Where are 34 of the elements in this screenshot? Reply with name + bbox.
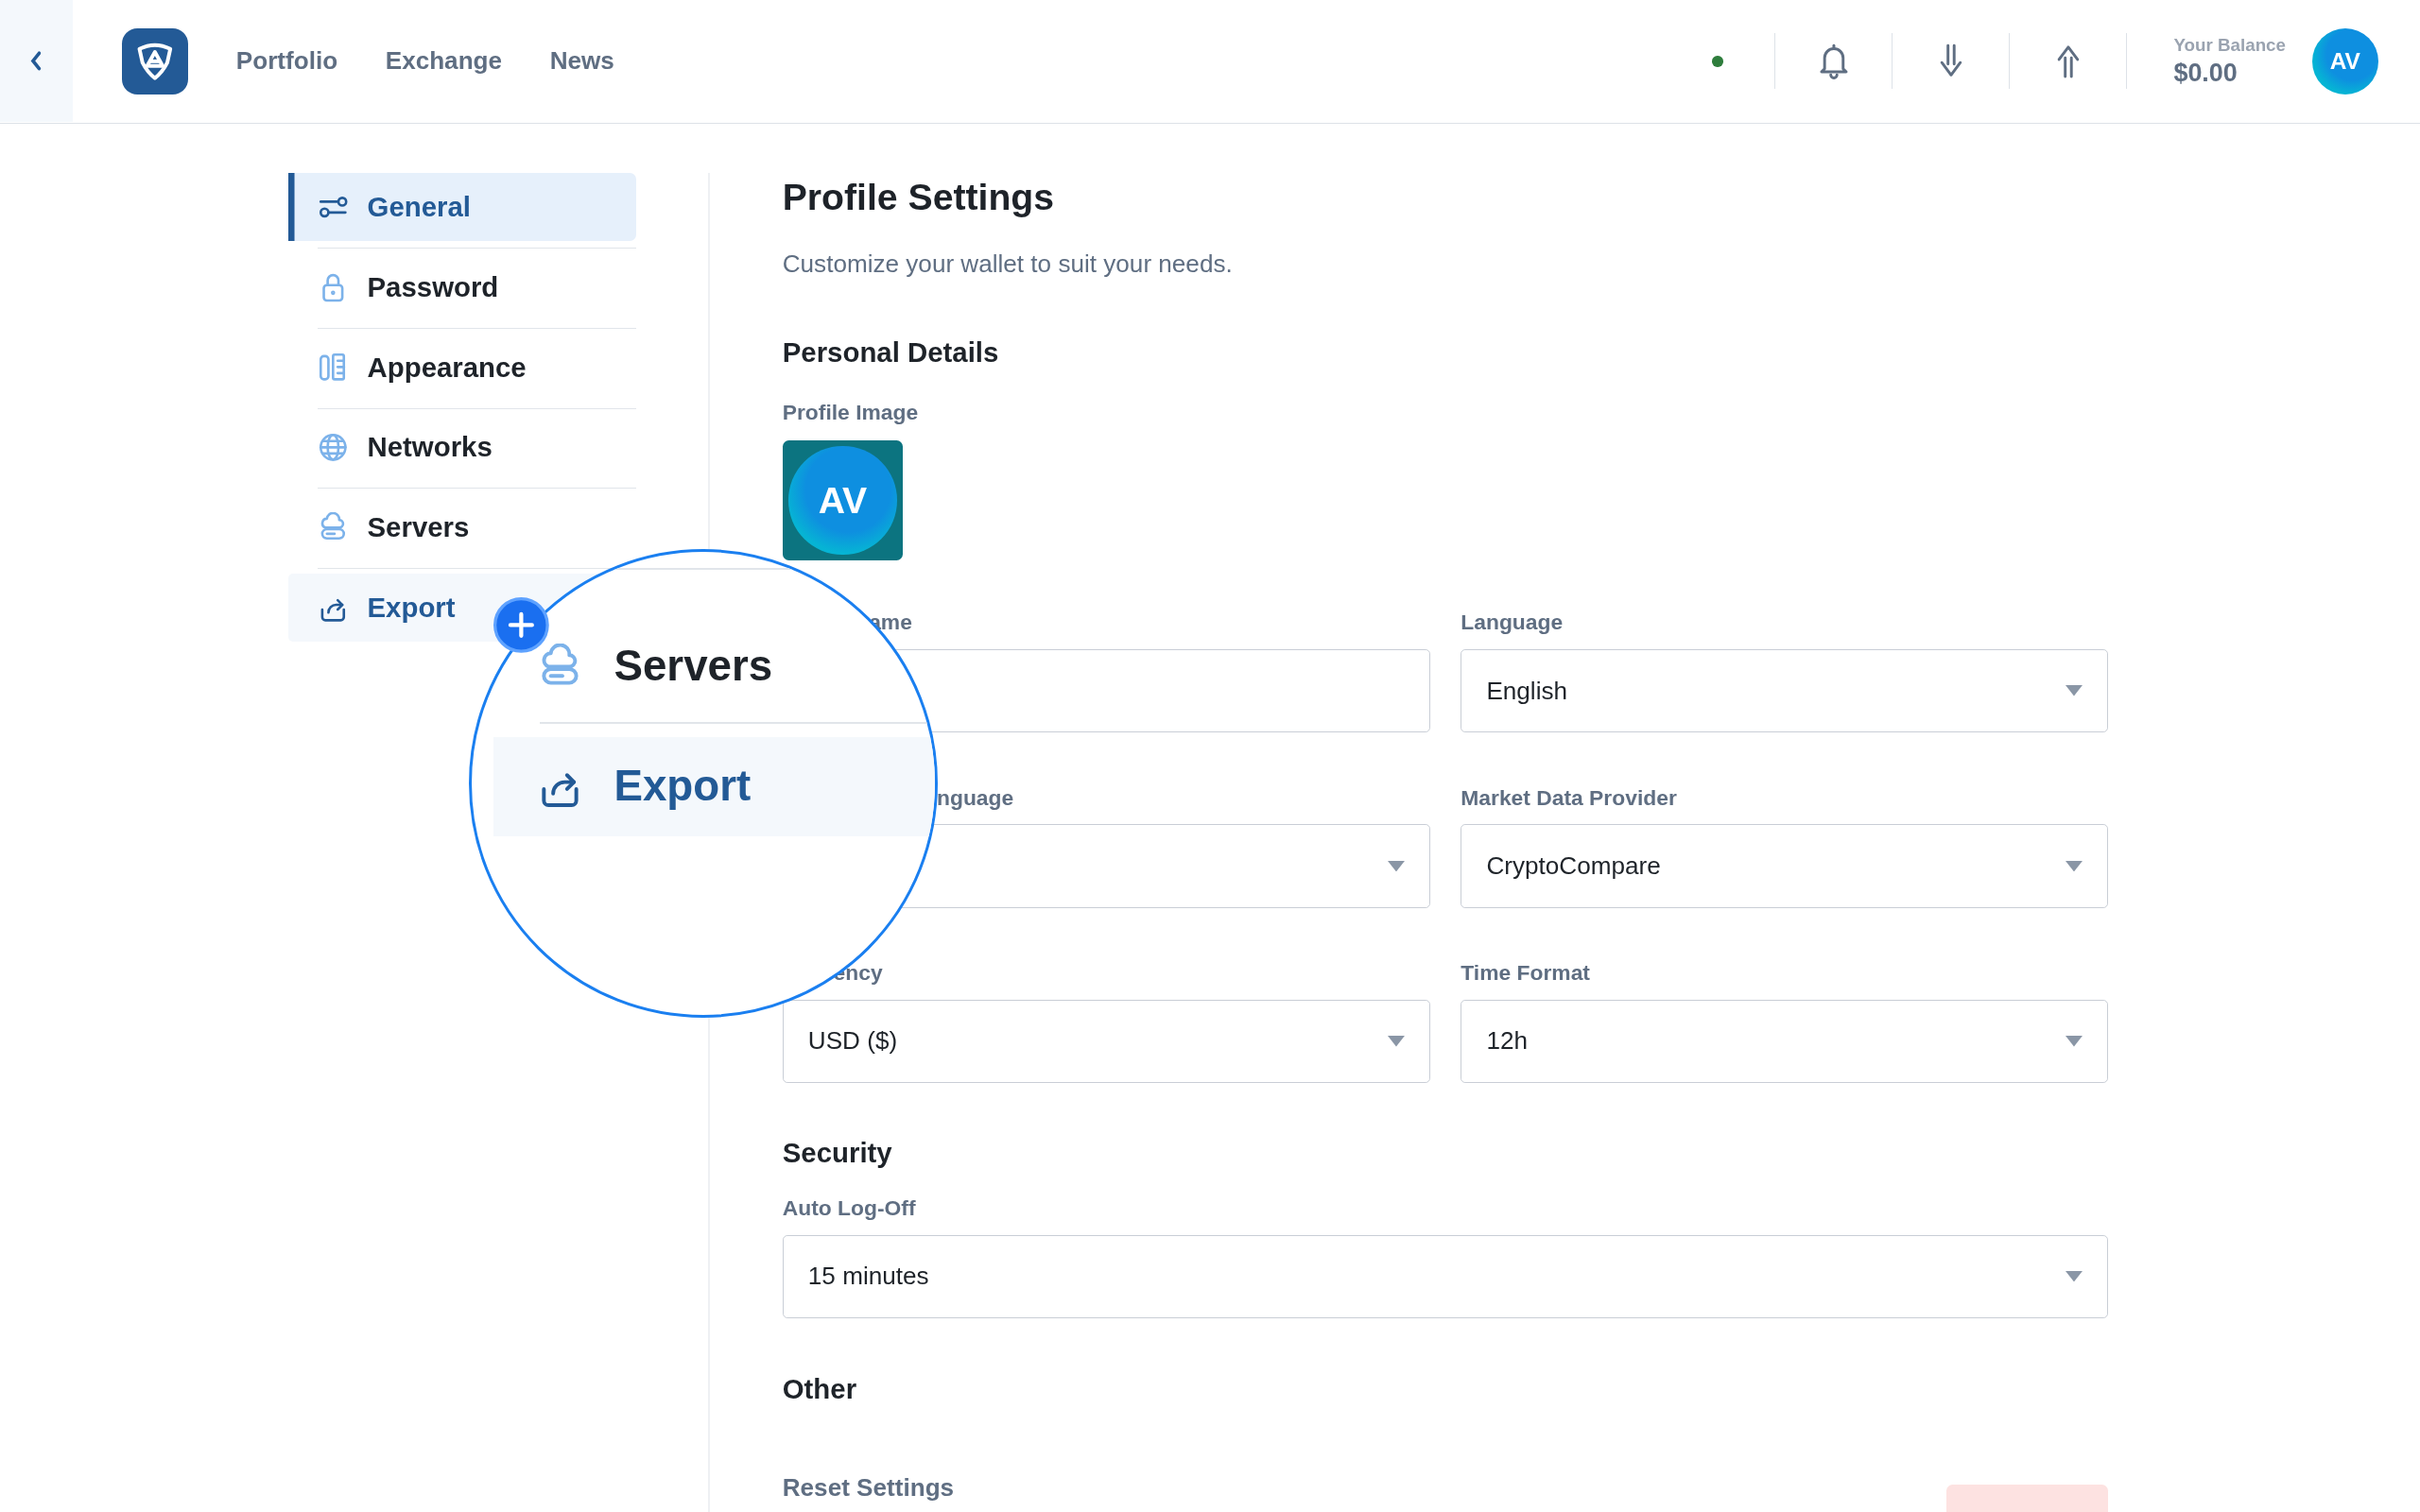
select-field[interactable]: USD ($) (782, 999, 1430, 1083)
balance-label: Your Balance (2173, 34, 2286, 56)
plus-icon (493, 596, 550, 653)
section-heading: Personal Details (782, 335, 1000, 369)
field-label: nguage (937, 784, 1015, 811)
status-dot-icon (1712, 56, 1723, 67)
page-subtitle: Customize your wallet to suit your needs. (782, 249, 1234, 280)
select-field[interactable]: English (1461, 649, 2109, 733)
avatar-initials: AV (788, 446, 897, 555)
nav-link[interactable]: Exchange (385, 46, 503, 77)
field-label: Auto Log-Off (782, 1194, 917, 1221)
globe-icon (318, 432, 349, 463)
select-field[interactable]: 12h (1461, 999, 2109, 1083)
sidebar-item[interactable]: Export (493, 737, 936, 836)
caret-icon (1387, 860, 1405, 872)
select-field[interactable]: 15 minutes (782, 1234, 2109, 1318)
caret-icon (2066, 860, 2083, 872)
caret-icon (2066, 1270, 2083, 1282)
balance-amount: $0.00 (2173, 58, 2238, 88)
section-heading: Other (782, 1373, 858, 1406)
shield-logo-icon[interactable] (121, 27, 189, 94)
caret-icon (1387, 1036, 1405, 1047)
caret-icon (2066, 685, 2083, 696)
nav-link[interactable]: News (549, 46, 614, 77)
caret-icon (2066, 1036, 2083, 1047)
field-label: Time Format (1461, 960, 1591, 987)
setting-label: Reset Settings (782, 1473, 955, 1503)
select-field[interactable]: CryptoCompare (1461, 824, 2109, 908)
section-heading: Security (782, 1137, 893, 1170)
field-label: Profile Image (782, 399, 920, 425)
field-label: Language (1461, 610, 1564, 636)
page-title: Profile Settings (782, 175, 1056, 219)
nav-link[interactable]: Portfolio (235, 46, 338, 77)
field-label: Market Data Provider (1461, 784, 1678, 811)
